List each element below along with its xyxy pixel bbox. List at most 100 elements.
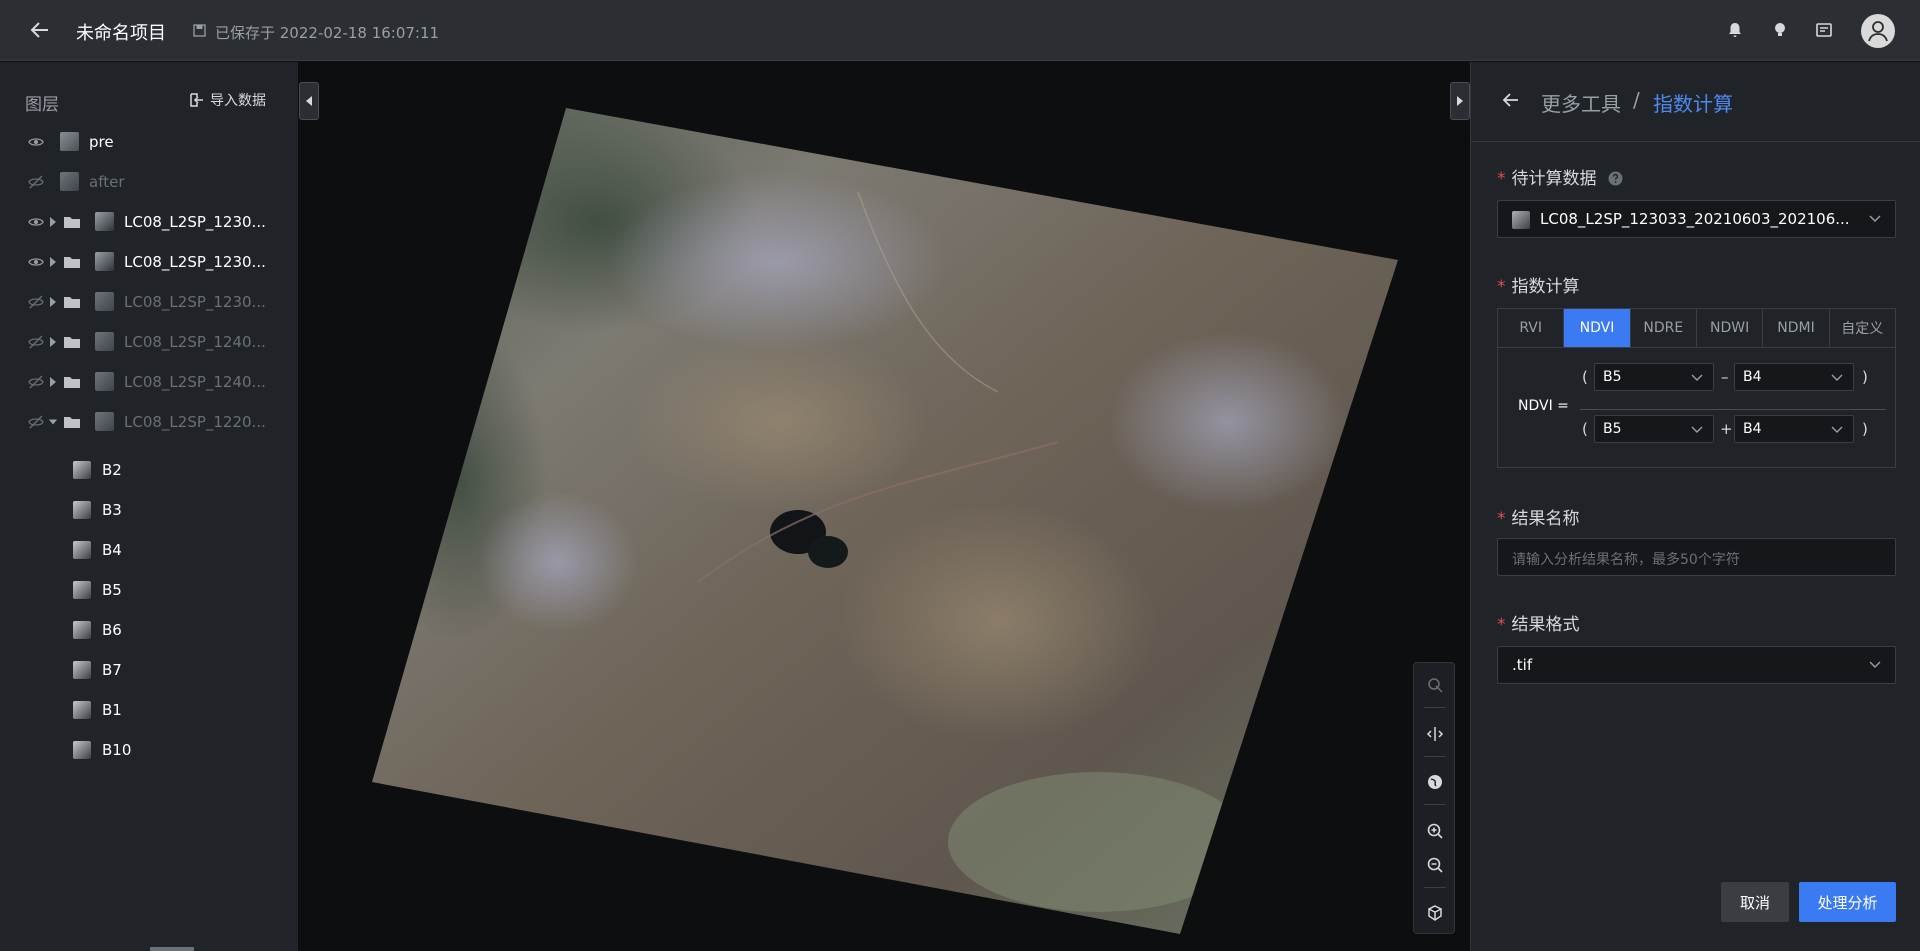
folder-icon: [64, 297, 80, 308]
layer-name: LC08_L2SP_1240...: [124, 373, 266, 391]
breadcrumb-separator: /: [1633, 88, 1640, 112]
cancel-button[interactable]: 取消: [1721, 882, 1789, 922]
numerator-band-b-select[interactable]: B4: [1734, 363, 1854, 391]
layer-group[interactable]: LC08_L2SP_1240...: [0, 322, 298, 362]
denominator-band-a-select[interactable]: B5: [1594, 415, 1714, 443]
eye-off-icon[interactable]: [28, 415, 44, 429]
band-name: B4: [102, 541, 122, 559]
news-icon[interactable]: [1815, 21, 1833, 39]
back-arrow-icon[interactable]: [28, 18, 52, 42]
avatar[interactable]: [1861, 14, 1895, 48]
import-data-label: 导入数据: [210, 93, 266, 109]
band-item[interactable]: B10: [0, 730, 298, 770]
caret-right-icon[interactable]: [48, 256, 58, 268]
band-name: B2: [102, 461, 122, 479]
numerator-band-a-select[interactable]: B5: [1594, 363, 1714, 391]
folder-icon: [64, 217, 80, 228]
caret-down-icon[interactable]: [48, 416, 58, 428]
data-select[interactable]: LC08_L2SP_123033_20210603_202106...: [1497, 200, 1896, 238]
select-pointer-icon[interactable]: [1426, 676, 1444, 694]
band-item[interactable]: B3: [0, 490, 298, 530]
band-thumbnail: [73, 501, 91, 519]
layer-name: pre: [89, 133, 114, 151]
help-icon[interactable]: [1608, 171, 1623, 186]
import-data-button[interactable]: 导入数据: [190, 90, 266, 110]
select-value: B5: [1603, 369, 1622, 385]
eye-icon[interactable]: [28, 135, 44, 149]
band-thumbnail: [73, 741, 91, 759]
layer-thumbnail: [60, 132, 79, 151]
result-format-value: .tif: [1512, 656, 1533, 674]
layer-group[interactable]: LC08_L2SP_1240...: [0, 362, 298, 402]
tab-ndre[interactable]: NDRE: [1631, 309, 1697, 347]
layer-name: LC08_L2SP_1240...: [124, 333, 266, 351]
tab-custom[interactable]: 自定义: [1830, 309, 1895, 347]
tab-ndwi[interactable]: NDWI: [1697, 309, 1764, 347]
eye-icon[interactable]: [28, 255, 44, 269]
folder-icon: [64, 257, 80, 268]
control-divider: [1424, 804, 1446, 805]
eye-icon[interactable]: [28, 215, 44, 229]
band-item[interactable]: B1: [0, 690, 298, 730]
collapse-left-panel-button[interactable]: [299, 82, 319, 120]
breadcrumb-parent[interactable]: 更多工具: [1541, 88, 1621, 117]
layer-item[interactable]: after: [0, 162, 298, 202]
layers-scrollbar[interactable]: [150, 947, 194, 951]
select-value: B4: [1743, 421, 1762, 437]
zoom-in-icon[interactable]: [1426, 822, 1444, 840]
band-item[interactable]: B7: [0, 650, 298, 690]
band-item[interactable]: B4: [0, 530, 298, 570]
eye-off-icon[interactable]: [28, 175, 44, 189]
band-thumbnail: [73, 661, 91, 679]
layer-group[interactable]: LC08_L2SP_1230...: [0, 202, 298, 242]
denominator-band-b-select[interactable]: B4: [1734, 415, 1854, 443]
3d-box-icon[interactable]: [1426, 904, 1444, 922]
tab-ndvi[interactable]: NDVI: [1564, 309, 1631, 347]
folder-icon: [64, 377, 80, 388]
index-tabs: RVI NDVI NDRE NDWI NDMI 自定义: [1497, 308, 1896, 348]
tab-rvi[interactable]: RVI: [1498, 309, 1565, 347]
globe-icon[interactable]: [1426, 773, 1444, 791]
lightbulb-icon[interactable]: [1771, 21, 1789, 39]
run-analysis-button[interactable]: 处理分析: [1799, 882, 1896, 922]
split-compare-icon[interactable]: [1426, 725, 1444, 743]
map-canvas[interactable]: [298, 62, 1470, 951]
layer-group[interactable]: LC08_L2SP_1230...: [0, 282, 298, 322]
zoom-out-icon[interactable]: [1426, 856, 1444, 874]
chevron-down-icon: [1691, 426, 1703, 433]
caret-right-icon[interactable]: [48, 336, 58, 348]
tab-ndmi[interactable]: NDMI: [1763, 309, 1830, 347]
back-arrow-icon[interactable]: [1501, 90, 1521, 110]
result-name-input[interactable]: 请输入分析结果名称，最多50个字符: [1497, 538, 1896, 576]
band-name: B3: [102, 501, 122, 519]
eye-off-icon[interactable]: [28, 375, 44, 389]
caret-right-icon[interactable]: [48, 296, 58, 308]
result-format-select[interactable]: .tif: [1497, 646, 1896, 684]
save-icon: [193, 24, 206, 37]
chevron-down-icon: [1691, 374, 1703, 381]
band-item[interactable]: B2: [0, 450, 298, 490]
band-item[interactable]: B6: [0, 610, 298, 650]
caret-right-icon[interactable]: [48, 216, 58, 228]
caret-right-icon[interactable]: [48, 376, 58, 388]
band-thumbnail: [73, 581, 91, 599]
layer-group[interactable]: LC08_L2SP_1230...: [0, 242, 298, 282]
plus-operator: +: [1720, 420, 1733, 438]
band-name: B1: [102, 701, 122, 719]
tool-panel: 更多工具 / 指数计算 * 待计算数据 LC08_L2SP_123033_2021…: [1470, 62, 1920, 951]
paren-open: (: [1582, 368, 1588, 386]
band-item[interactable]: B5: [0, 570, 298, 610]
eye-off-icon[interactable]: [28, 295, 44, 309]
layer-group-expanded[interactable]: LC08_L2SP_1220...: [0, 402, 298, 442]
fraction-line: [1580, 409, 1886, 410]
collapse-right-panel-button[interactable]: [1450, 82, 1470, 120]
layer-item[interactable]: pre: [0, 122, 298, 162]
select-value: B5: [1603, 421, 1622, 437]
chevron-down-icon: [1831, 426, 1843, 433]
band-name: B6: [102, 621, 122, 639]
layer-name: after: [89, 173, 125, 191]
result-name-placeholder: 请输入分析结果名称，最多50个字符: [1512, 552, 1740, 568]
bell-icon[interactable]: [1726, 21, 1744, 39]
eye-off-icon[interactable]: [28, 335, 44, 349]
project-name[interactable]: 未命名项目: [76, 19, 166, 45]
